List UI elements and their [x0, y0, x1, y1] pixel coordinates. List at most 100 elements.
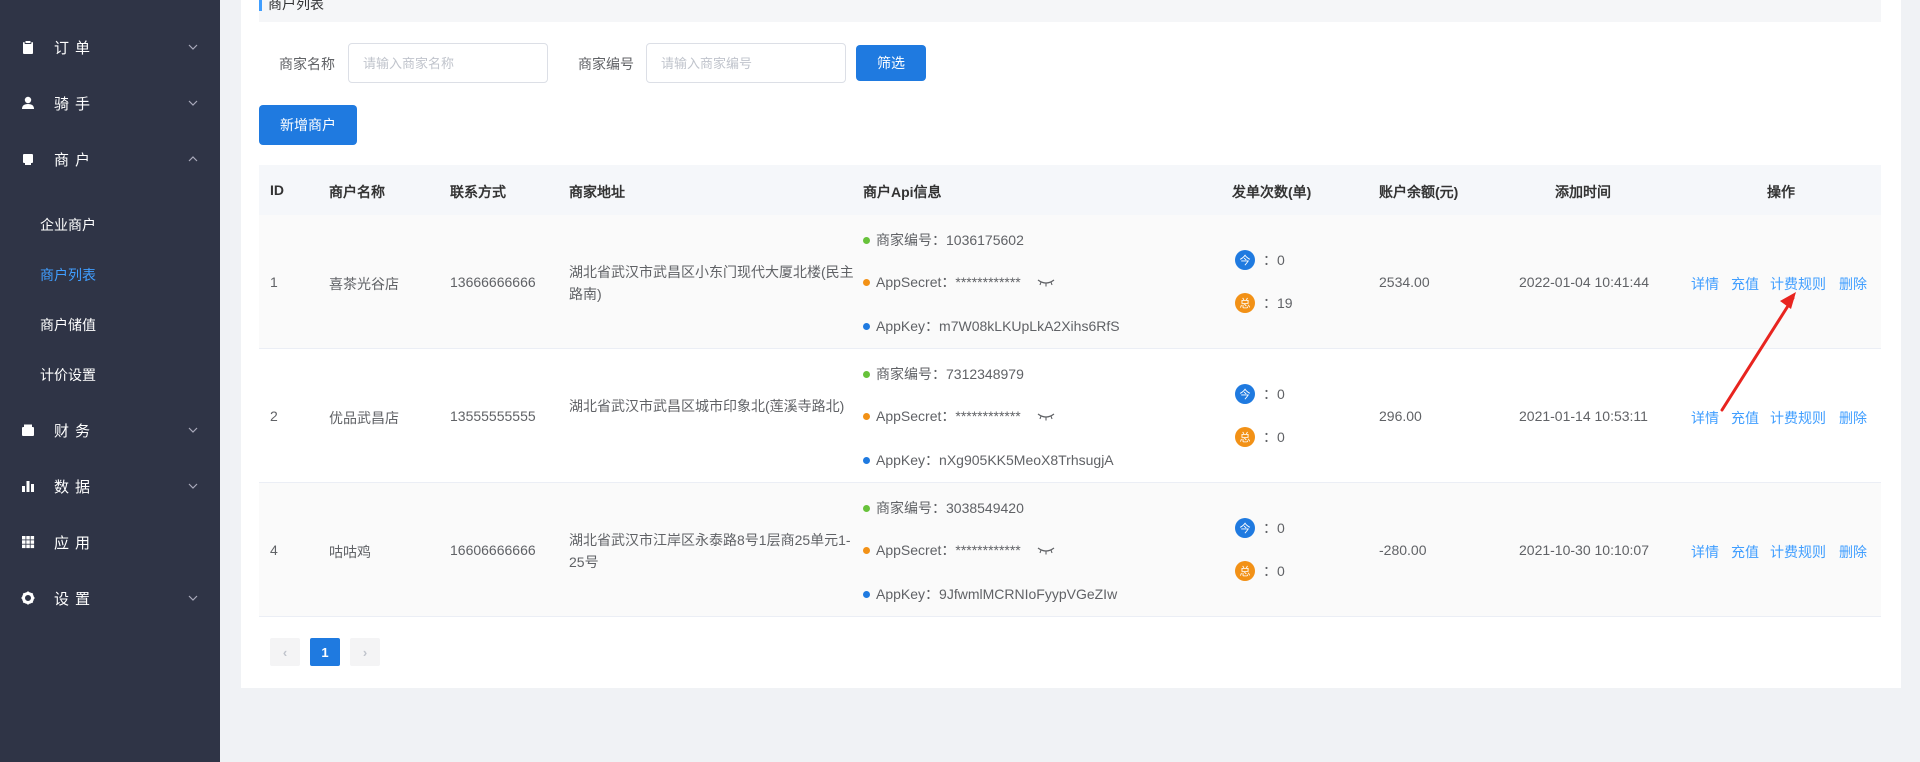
menu-item-apps[interactable]: 应用	[0, 522, 220, 562]
menu-item-data[interactable]: 数据	[0, 466, 220, 506]
recharge-link[interactable]: 充值	[1731, 274, 1759, 294]
total-badge: 总	[1235, 561, 1255, 581]
menu-item-settings[interactable]: 设置	[0, 578, 220, 618]
api-merchant-no: 商家编号： 3038549420	[863, 498, 1024, 518]
chevron-down-icon	[188, 483, 198, 489]
eye-closed-icon[interactable]	[1037, 411, 1055, 421]
menu-item-riders[interactable]: 骑手	[0, 83, 220, 123]
header-id: ID	[270, 182, 284, 198]
menu-label: 订单	[54, 39, 97, 57]
eye-closed-icon[interactable]	[1037, 277, 1055, 287]
api-merchant-no-label: 商家编号：	[876, 232, 946, 248]
status-dot	[863, 412, 870, 420]
user-icon	[22, 96, 34, 109]
add-merchant-button[interactable]: 新增商户	[259, 105, 357, 145]
cell-address: 湖北省武汉市武昌区小东门现代大厦北楼(民主路南)	[569, 264, 854, 302]
cell-id: 1	[270, 274, 278, 290]
menu-item-orders[interactable]: 订单	[0, 27, 220, 67]
header-address: 商家地址	[569, 184, 625, 200]
header-actions: 操作	[1767, 184, 1795, 200]
details-link[interactable]: 详情	[1691, 408, 1719, 428]
today-badge: 今	[1235, 518, 1255, 538]
cell-created-time: 2021-10-30 10:10:07	[1519, 542, 1649, 558]
table-row: 2 优品武昌店 13555555555 湖北省武汉市武昌区城市印象北(莲溪寺路北…	[259, 349, 1881, 483]
table-row: 4 咕咕鸡 16606666666 湖北省武汉市江岸区永泰路8号1层商25单元1…	[259, 483, 1881, 617]
order-count-today: 今 ：0	[1235, 384, 1285, 404]
pagination-next-button[interactable]: ›	[350, 638, 380, 666]
chevron-down-icon	[188, 595, 198, 601]
pagination-prev-button[interactable]: ‹	[270, 638, 300, 666]
billing-rules-link[interactable]: 计费规则	[1770, 274, 1826, 294]
billing-rules-link[interactable]: 计费规则	[1770, 542, 1826, 562]
submenu-label: 企业商户	[40, 217, 96, 233]
api-key-value: m7W08kLKUpLkA2Xihs6RfS	[939, 318, 1120, 334]
api-merchant-no-label: 商家编号：	[876, 500, 946, 516]
details-link[interactable]: 详情	[1691, 542, 1719, 562]
details-link[interactable]: 详情	[1691, 274, 1719, 294]
order-count-today: 今 ：0	[1235, 518, 1285, 538]
api-key-label: AppKey：	[876, 586, 940, 602]
status-dot	[863, 278, 870, 286]
filter-button[interactable]: 筛选	[856, 45, 926, 81]
submenu-item-pricing-settings[interactable]: 计价设置	[0, 355, 220, 395]
submenu-item-merchant-deposit[interactable]: 商户储值	[0, 305, 220, 345]
cell-address: 湖北省武汉市江岸区永泰路8号1层商25单元1-25号	[569, 532, 851, 570]
cell-name: 咕咕鸡	[329, 544, 371, 560]
clipboard-icon	[23, 40, 33, 54]
menu-label: 数据	[54, 478, 97, 496]
header-balance: 账户余额(元)	[1379, 184, 1459, 200]
shop-icon	[23, 154, 33, 165]
menu-item-finance[interactable]: 财务	[0, 410, 220, 450]
sidebar: 订单 骑手 商户 企业商户 商户列表 商户储值 计价设置 财务 数据 应用 设置	[0, 0, 220, 762]
api-key: AppKey： m7W08kLKUpLkA2Xihs6RfS	[863, 316, 1120, 336]
delete-link[interactable]: 删除	[1839, 408, 1867, 428]
recharge-link[interactable]: 充值	[1731, 542, 1759, 562]
recharge-link[interactable]: 充值	[1731, 408, 1759, 428]
status-dot	[863, 504, 870, 512]
delete-link[interactable]: 删除	[1839, 274, 1867, 294]
today-count: ：0	[1263, 252, 1285, 268]
menu-item-merchants[interactable]: 商户	[0, 139, 220, 179]
today-count: ：0	[1263, 386, 1285, 402]
api-merchant-no: 商家编号： 1036175602	[863, 230, 1024, 250]
cell-created-time: 2022-01-04 10:41:44	[1519, 274, 1649, 290]
order-count-today: 今 ：0	[1235, 250, 1285, 270]
merchant-code-input[interactable]	[646, 43, 846, 83]
cell-address: 湖北省武汉市武昌区城市印象北(莲溪寺路北)	[569, 398, 845, 414]
order-count-total: 总 ：0	[1235, 561, 1285, 581]
menu-label: 骑手	[54, 95, 97, 113]
delete-link[interactable]: 删除	[1839, 542, 1867, 562]
api-key-label: AppKey：	[876, 318, 940, 334]
menu-label: 财务	[54, 422, 97, 440]
cell-id: 2	[270, 408, 278, 424]
wallet-icon	[22, 424, 34, 436]
chevron-down-icon	[188, 44, 198, 50]
total-badge: 总	[1235, 427, 1255, 447]
status-dot	[863, 370, 870, 378]
menu-label: 设置	[54, 590, 97, 608]
api-secret: AppSecret： ************	[863, 406, 1055, 426]
today-badge: 今	[1235, 250, 1255, 270]
api-secret-label: AppSecret：	[876, 542, 956, 558]
header-created-time: 添加时间	[1555, 184, 1611, 200]
header-contact: 联系方式	[450, 184, 506, 200]
merchant-code-label: 商家编号	[578, 56, 634, 72]
merchant-name-label: 商家名称	[279, 56, 335, 72]
submenu-item-enterprise-merchants[interactable]: 企业商户	[0, 205, 220, 245]
total-count: ：0	[1263, 429, 1285, 445]
pagination-page-1[interactable]: 1	[310, 638, 340, 666]
header-name: 商户名称	[329, 184, 385, 200]
order-count-total: 总 ：0	[1235, 427, 1285, 447]
header-order-count: 发单次数(单)	[1232, 184, 1312, 200]
grid-icon	[22, 536, 35, 549]
eye-closed-icon[interactable]	[1037, 545, 1055, 555]
merchant-name-input[interactable]	[348, 43, 548, 83]
api-secret: AppSecret： ************	[863, 272, 1055, 292]
status-dot	[863, 546, 870, 554]
billing-rules-link[interactable]: 计费规则	[1770, 408, 1826, 428]
total-badge: 总	[1235, 293, 1255, 313]
api-secret-label: AppSecret：	[876, 408, 956, 424]
submenu-item-merchant-list[interactable]: 商户列表	[0, 255, 220, 295]
cell-id: 4	[270, 542, 278, 558]
api-key: AppKey： 9JfwmlMCRNIoFyypVGeZIw	[863, 584, 1117, 604]
